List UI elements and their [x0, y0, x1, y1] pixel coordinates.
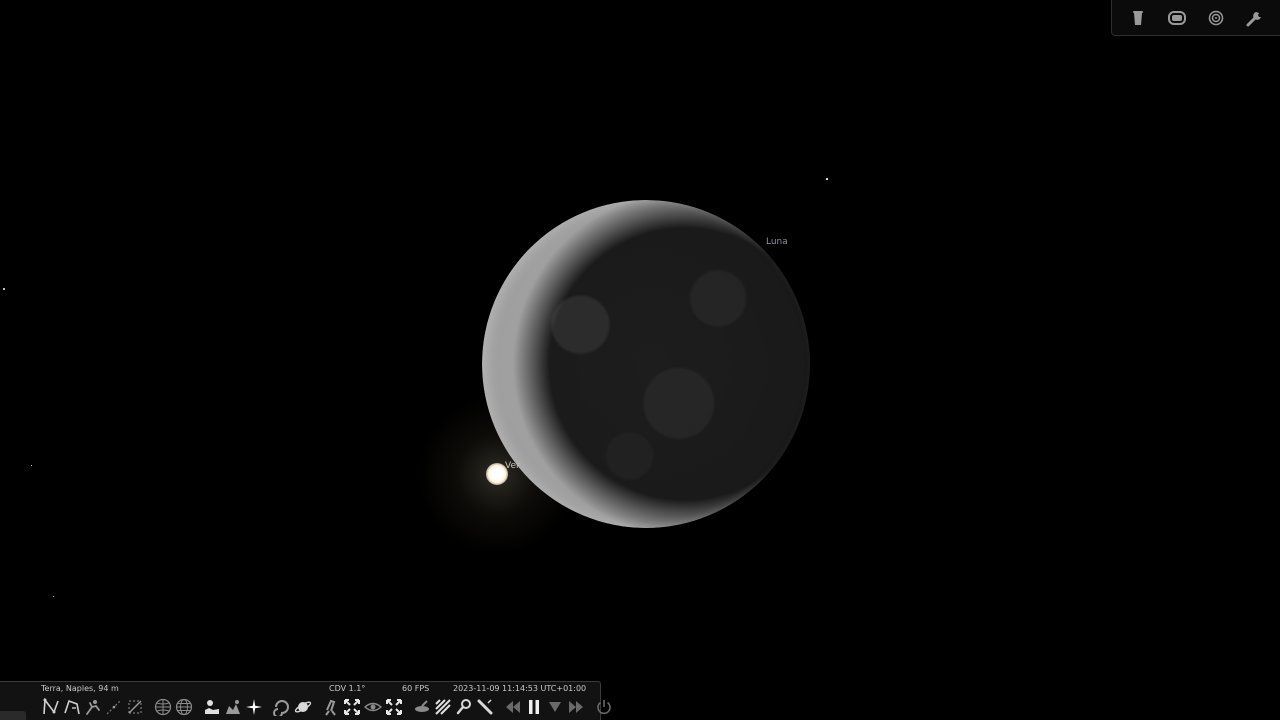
moon-crescent: [482, 200, 810, 528]
fps-text: 60 FPS: [402, 684, 430, 693]
star-4[interactable]: [53, 596, 54, 597]
constellation-art-icon[interactable]: [82, 697, 103, 718]
wrench-icon[interactable]: [1244, 7, 1266, 29]
toolbar: [40, 695, 614, 719]
equatorial-grid-icon[interactable]: [152, 697, 173, 718]
meteors-icon[interactable]: [432, 697, 453, 718]
top-right-panel: [1111, 0, 1280, 36]
asterism-icon[interactable]: [124, 697, 145, 718]
atmosphere-icon[interactable]: [243, 697, 264, 718]
window-icon[interactable]: [1166, 7, 1188, 29]
trash-icon[interactable]: [1127, 7, 1149, 29]
center-object-icon[interactable]: [341, 697, 362, 718]
datetime-text[interactable]: 2023-11-09 11:14:53 UTC+01:00: [453, 684, 586, 693]
constellation-lines-icon[interactable]: [40, 697, 61, 718]
fov-text: CDV 1.1°: [329, 684, 366, 693]
bar-toggle-tab[interactable]: [0, 711, 26, 720]
status-line: Terra, Naples, 94 m CDV 1.1° 60 FPS 2023…: [0, 683, 601, 695]
planets-icon[interactable]: [292, 697, 313, 718]
star-3[interactable]: [31, 465, 32, 466]
star-2[interactable]: [3, 288, 5, 290]
quit-icon[interactable]: [593, 697, 614, 718]
location-text[interactable]: Terra, Naples, 94 m: [41, 684, 119, 693]
moon-label: Luna: [766, 237, 788, 247]
fast-forward-icon[interactable]: [565, 697, 586, 718]
night-mode-icon[interactable]: [362, 697, 383, 718]
satellites-icon[interactable]: [411, 697, 432, 718]
cardinal-points-icon[interactable]: [222, 697, 243, 718]
star-1[interactable]: [826, 178, 828, 180]
moon[interactable]: [482, 200, 810, 528]
nebulae-icon[interactable]: [271, 697, 292, 718]
azimuthal-grid-icon[interactable]: [173, 697, 194, 718]
ground-icon[interactable]: [201, 697, 222, 718]
constellation-boundaries-icon[interactable]: [103, 697, 124, 718]
fullscreen-icon[interactable]: [383, 697, 404, 718]
sky-view[interactable]: Luna Ver: [0, 0, 1280, 720]
constellation-names-icon[interactable]: [61, 697, 82, 718]
rewind-icon[interactable]: [502, 697, 523, 718]
telescope-mount-icon[interactable]: [320, 697, 341, 718]
search-icon[interactable]: [453, 697, 474, 718]
pause-icon[interactable]: [523, 697, 544, 718]
venus-label: Ver: [505, 461, 520, 471]
target-icon[interactable]: [1205, 7, 1227, 29]
telescope-control-icon[interactable]: [474, 697, 495, 718]
real-time-icon[interactable]: [544, 697, 565, 718]
